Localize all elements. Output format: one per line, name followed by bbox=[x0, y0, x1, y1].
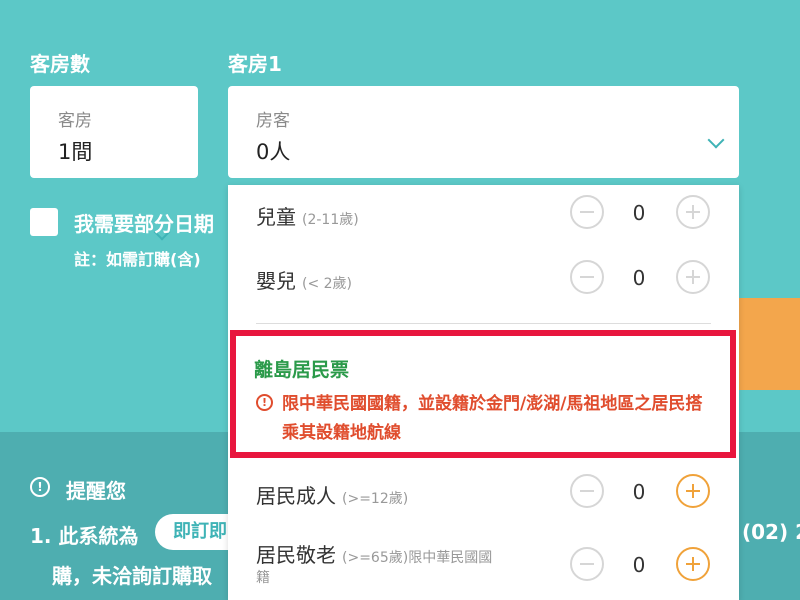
search-button[interactable] bbox=[735, 298, 800, 390]
warning-icon: ! bbox=[256, 394, 273, 411]
reminder-phone: (02) 2 bbox=[742, 520, 800, 544]
passenger-count: 0 bbox=[632, 480, 646, 504]
room-count-value: 1間 bbox=[58, 140, 93, 164]
passenger-count: 0 bbox=[632, 553, 646, 577]
guest-value: 0人 bbox=[256, 140, 291, 164]
plus-button[interactable] bbox=[676, 260, 710, 294]
passenger-age: (2-11歲) bbox=[302, 212, 359, 228]
divider bbox=[256, 323, 711, 324]
guest-dropdown: 兒童 (2-11歲) 0 嬰兒 (< 2歲) 0 離島居民票 ! 限中華民國國籍，並… bbox=[228, 185, 739, 600]
minus-button[interactable] bbox=[570, 474, 604, 508]
plus-button[interactable] bbox=[676, 547, 710, 581]
plus-button[interactable] bbox=[676, 195, 710, 229]
room-count-label: 客房數 bbox=[30, 52, 90, 76]
room1-label: 客房1 bbox=[228, 52, 282, 76]
passenger-count: 0 bbox=[632, 266, 646, 290]
passenger-count: 0 bbox=[632, 201, 646, 225]
island-resident-warning: 限中華民國國籍，並設籍於金門/澎湖/馬祖地區之居民搭乘其設籍地航線 bbox=[282, 394, 703, 443]
passenger-age: (>=65歲)限中華民國國 bbox=[342, 550, 493, 566]
passenger-row-child: 兒童 (2-11歲) 0 bbox=[228, 185, 739, 245]
info-icon: ! bbox=[30, 477, 50, 497]
guest-select[interactable]: 房客 0人 bbox=[228, 86, 739, 178]
island-resident-title: 離島居民票 bbox=[254, 359, 350, 381]
passenger-row-resident-adult: 居民成人 (>=12歲) 0 bbox=[228, 470, 739, 530]
passenger-row-resident-senior: 居民敬老 (>=65歲)限中華民國國 籍 0 bbox=[228, 535, 739, 600]
partial-dates-note: 註：如需訂購(含) bbox=[74, 250, 201, 269]
guest-caption: 房客 bbox=[256, 111, 290, 131]
minus-button[interactable] bbox=[570, 547, 604, 581]
passenger-label: 兒童 bbox=[256, 205, 296, 229]
reminder-text-line1: 1. 此系統為 bbox=[30, 524, 139, 548]
reminder-title: 提醒您 bbox=[66, 479, 126, 503]
plus-button[interactable] bbox=[676, 474, 710, 508]
passenger-age-note: 籍 bbox=[256, 570, 270, 586]
partial-dates-label: 我需要部分日期 bbox=[74, 212, 214, 236]
partial-dates-checkbox[interactable] bbox=[30, 208, 58, 236]
minus-button[interactable] bbox=[570, 260, 604, 294]
passenger-label: 居民成人 bbox=[256, 484, 336, 508]
passenger-age: (>=12歲) bbox=[342, 491, 409, 507]
chevron-down-icon bbox=[707, 131, 725, 149]
passenger-label: 嬰兒 bbox=[256, 269, 296, 293]
passenger-row-infant: 嬰兒 (< 2歲) 0 bbox=[228, 245, 739, 305]
room-count-select[interactable]: 客房 1間 bbox=[30, 86, 198, 241]
passenger-age: (< 2歲) bbox=[302, 276, 353, 292]
passenger-label: 居民敬老 bbox=[256, 543, 336, 567]
room-count-caption: 客房 bbox=[58, 111, 92, 131]
reminder-text-line2: 購，未洽詢訂購取 bbox=[52, 564, 212, 588]
minus-button[interactable] bbox=[570, 195, 604, 229]
